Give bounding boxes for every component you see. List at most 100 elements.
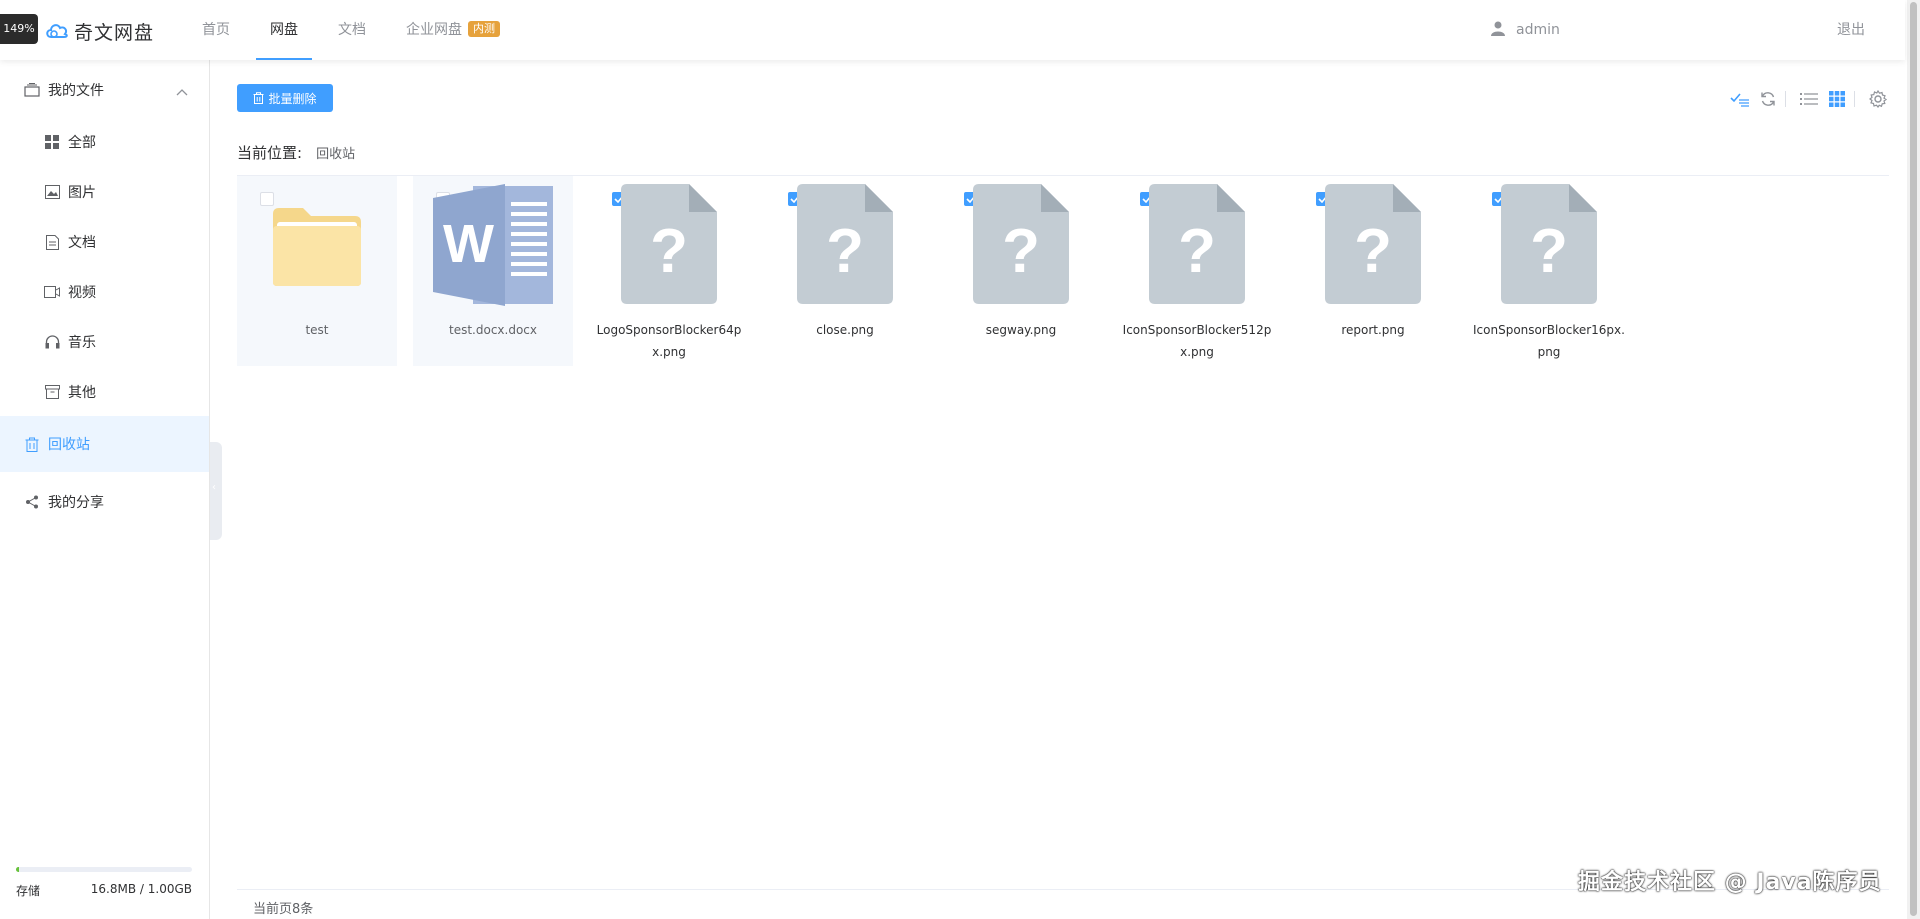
file-item[interactable]: ? close.png: [765, 176, 925, 366]
user-avatar-icon: [1490, 20, 1506, 40]
svg-text:?: ?: [826, 217, 864, 286]
nav-enterprise-label: 企业网盘: [406, 22, 462, 38]
sidebar-collapse-handle[interactable]: ‹: [210, 442, 222, 540]
sidebar-item-share[interactable]: 我的分享: [0, 477, 209, 527]
breadcrumb: 当前位置: 回收站: [237, 142, 355, 163]
logo-text: 奇文网盘: [74, 22, 155, 44]
watermark: 掘金技术社区 @ Java陈序员: [1578, 870, 1882, 895]
file-item[interactable]: W test.docx.docx: [413, 176, 573, 366]
file-name: segway.png: [985, 323, 1057, 337]
chevron-up-icon: [176, 84, 188, 100]
nav-home[interactable]: 首页: [188, 0, 244, 60]
select-all-icon[interactable]: [1729, 88, 1751, 110]
file-item[interactable]: ? report.png: [1293, 176, 1453, 366]
sidebar-item-other-label: 其他: [68, 385, 96, 401]
unknown-file-icon: ?: [1293, 184, 1453, 306]
file-name: LogoSponsorBlocker64px.png: [596, 323, 742, 359]
svg-text:?: ?: [650, 217, 688, 286]
svg-text:?: ?: [1002, 217, 1040, 286]
sidebar-item-documents-label: 文档: [68, 235, 96, 251]
archive-icon: [44, 384, 60, 400]
toolbar-divider: [1785, 91, 1786, 107]
cloud-logo-icon: [44, 20, 70, 44]
unknown-file-icon: ?: [589, 184, 749, 306]
main-nav: 首页 网盘 文档 企业网盘 内测: [188, 0, 526, 60]
list-view-icon[interactable]: [1798, 88, 1820, 110]
storage-progress-bar: [16, 867, 192, 872]
grid-icon: [44, 134, 60, 150]
sidebar-item-share-label: 我的分享: [48, 495, 104, 511]
zoom-badge: 149%: [0, 14, 38, 44]
logout-link[interactable]: 退出: [1837, 0, 1865, 60]
sidebar-item-recycle[interactable]: 回收站: [0, 416, 209, 472]
unknown-file-icon: ?: [765, 184, 925, 306]
file-name: report.png: [1341, 323, 1405, 337]
nav-docs-label: 文档: [338, 22, 366, 38]
file-item[interactable]: ? segway.png: [941, 176, 1101, 366]
svg-text:W: W: [443, 214, 494, 274]
file-name: test.docx.docx: [449, 323, 537, 337]
batch-delete-label: 批量删除: [268, 91, 317, 106]
file-name: test: [305, 323, 329, 337]
unknown-file-icon: ?: [941, 184, 1101, 306]
svg-text:?: ?: [1354, 217, 1392, 286]
sidebar-my-files-label: 我的文件: [48, 83, 104, 99]
top-header: 奇文网盘 首页 网盘 文档 企业网盘 内测 admin 退出: [0, 0, 1905, 60]
scrollbar-thumb[interactable]: [1910, 2, 1917, 916]
unknown-file-icon: ?: [1469, 184, 1629, 306]
sidebar-item-music-label: 音乐: [68, 335, 96, 351]
word-document-icon: W: [413, 184, 573, 306]
file-item[interactable]: ? IconSponsorBlocker16px.png: [1469, 176, 1629, 366]
video-icon: [44, 284, 60, 300]
user-menu[interactable]: admin: [1490, 0, 1560, 60]
nav-enterprise[interactable]: 企业网盘 内测: [392, 0, 514, 60]
beta-badge: 内测: [468, 21, 500, 37]
sidebar-item-images[interactable]: 图片: [0, 167, 209, 217]
nav-netdisk-label: 网盘: [270, 22, 298, 38]
page-count: 当前页8条: [253, 902, 314, 917]
logo[interactable]: 奇文网盘: [44, 18, 154, 45]
sidebar-item-videos[interactable]: 视频: [0, 267, 209, 317]
batch-delete-button[interactable]: 批量删除: [237, 84, 333, 112]
document-icon: [44, 234, 60, 250]
file-name: close.png: [816, 323, 874, 337]
file-name: IconSponsorBlocker512px.png: [1122, 323, 1272, 359]
trash-icon: [24, 436, 40, 452]
share-icon: [24, 494, 40, 510]
sidebar-my-files[interactable]: 我的文件: [0, 65, 209, 115]
file-name: IconSponsorBlocker16px.png: [1473, 323, 1625, 359]
svg-text:?: ?: [1530, 217, 1568, 286]
svg-text:?: ?: [1178, 217, 1216, 286]
sidebar-item-all-label: 全部: [68, 135, 96, 151]
refresh-icon[interactable]: [1757, 88, 1779, 110]
grid-view-icon[interactable]: [1826, 88, 1848, 110]
storage-label: 存储: [16, 884, 41, 898]
toolbar-divider: [1854, 91, 1855, 107]
sidebar-item-images-label: 图片: [68, 185, 96, 201]
chevron-left-icon: ‹: [212, 482, 216, 493]
sidebar-item-documents[interactable]: 文档: [0, 217, 209, 267]
breadcrumb-current[interactable]: 回收站: [316, 143, 355, 162]
sidebar-item-music[interactable]: 音乐: [0, 317, 209, 367]
storage-usage: 存储 16.8MB / 1.00GB: [16, 867, 192, 899]
headphones-icon: [44, 334, 60, 350]
file-item[interactable]: test: [237, 176, 397, 366]
file-grid: test W test.docx.docx ? LogoSponsorBlock…: [237, 176, 1645, 366]
vertical-scrollbar[interactable]: [1907, 0, 1920, 919]
nav-netdisk[interactable]: 网盘: [256, 0, 312, 60]
sidebar-item-videos-label: 视频: [68, 285, 96, 301]
sidebar-item-other[interactable]: 其他: [0, 367, 209, 417]
folder-icon: [237, 184, 397, 306]
sidebar-item-recycle-label: 回收站: [48, 437, 90, 453]
file-item[interactable]: ? LogoSponsorBlocker64px.png: [589, 176, 749, 366]
sidebar: 我的文件 全部 图片 文档 视频 音乐 其他 回收站 我的分享 存储 16.8M…: [0, 60, 210, 919]
file-item[interactable]: ? IconSponsorBlocker512px.png: [1117, 176, 1277, 366]
storage-value: 16.8MB / 1.00GB: [90, 882, 192, 896]
sidebar-item-all[interactable]: 全部: [0, 117, 209, 167]
nav-home-label: 首页: [202, 22, 230, 38]
settings-gear-icon[interactable]: [1867, 88, 1889, 110]
view-toolbar: [1723, 88, 1889, 110]
unknown-file-icon: ?: [1117, 184, 1277, 306]
nav-docs[interactable]: 文档: [324, 0, 380, 60]
username: admin: [1516, 22, 1560, 38]
